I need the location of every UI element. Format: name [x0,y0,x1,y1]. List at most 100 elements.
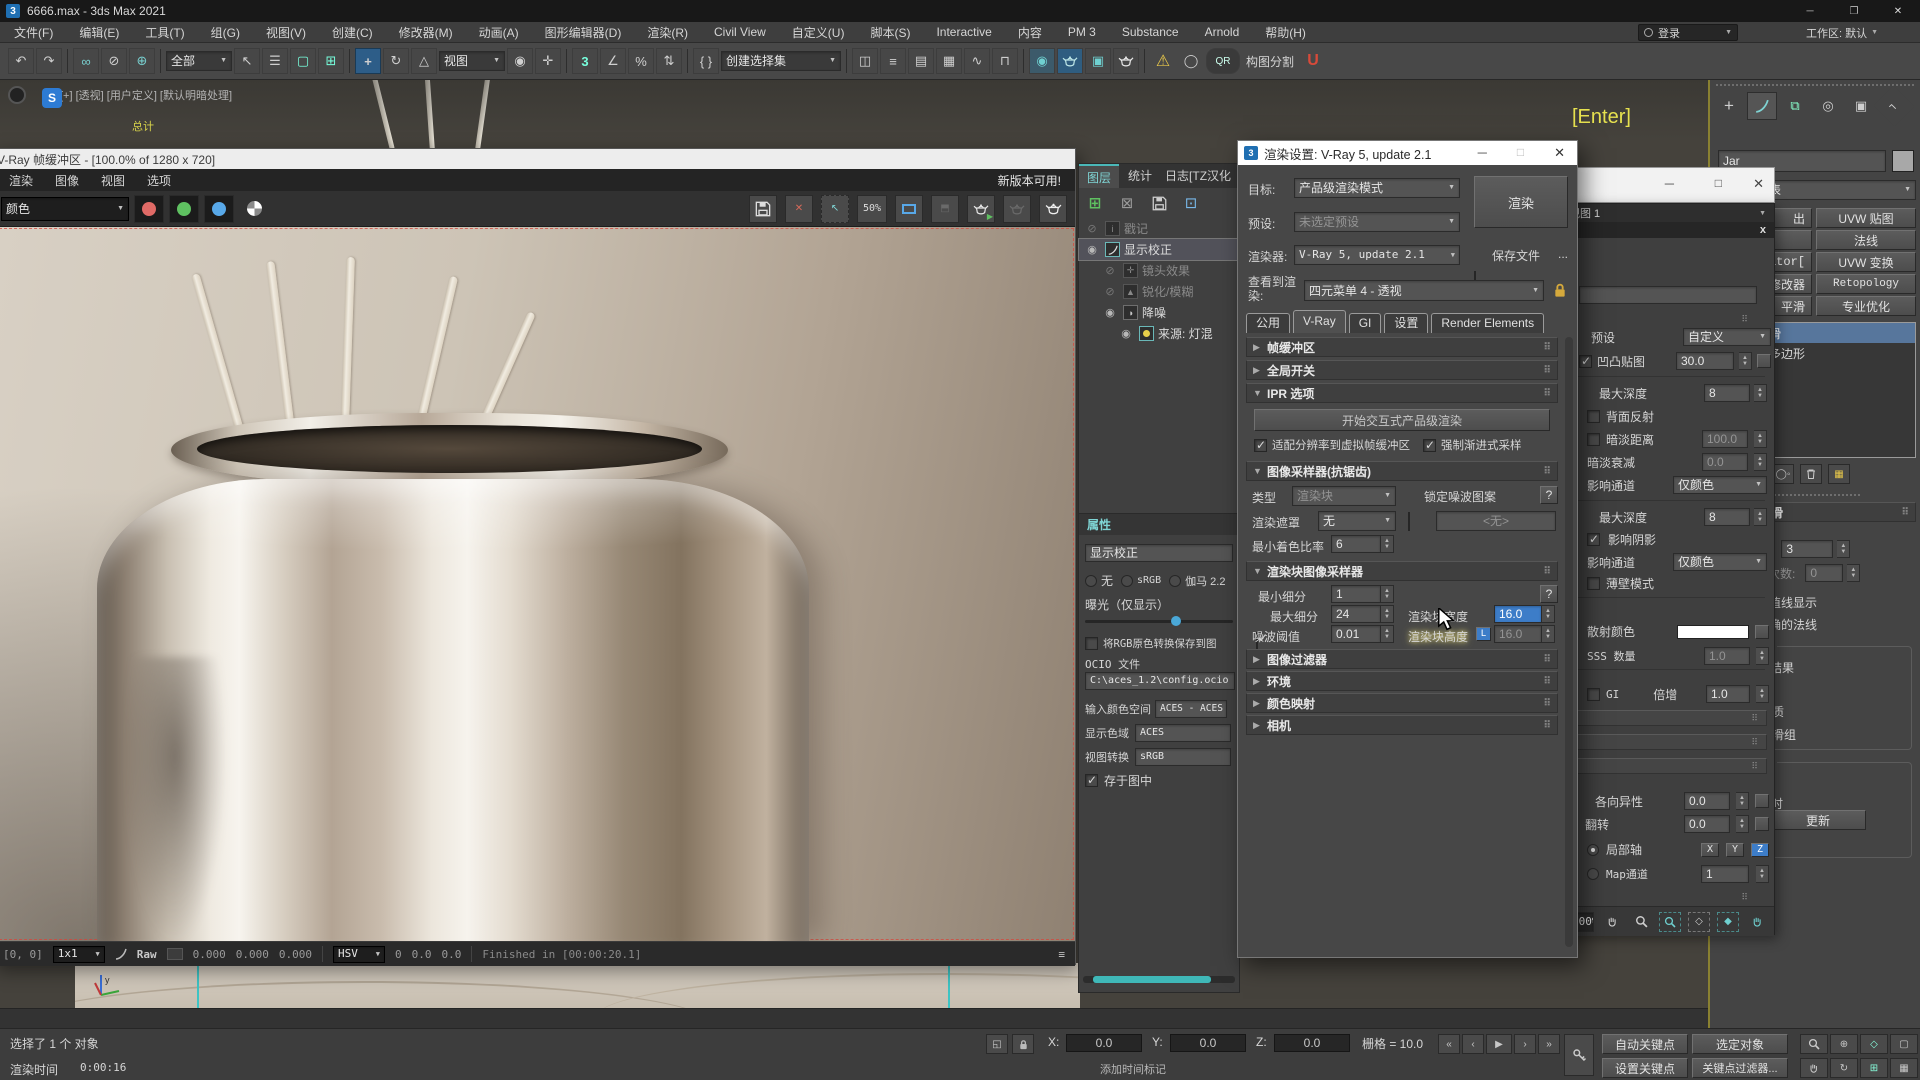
max-depth-field[interactable]: 8 [1704,384,1750,402]
bump-map-button[interactable] [1757,354,1771,368]
make-unique-icon[interactable]: ◯◦ [1772,464,1794,484]
isolate-selection-icon[interactable]: ◱ [986,1034,1008,1054]
close-icon[interactable]: ✕ [1753,176,1764,192]
tab-modify-icon[interactable] [1747,92,1777,120]
scale-tool-icon[interactable]: △ [411,48,437,74]
start-ipr-button[interactable]: 开始交互式产品级渲染 [1254,409,1550,431]
layer-row-lens-effects[interactable]: ⊘✛镜头效果 [1079,260,1239,281]
bind-space-warp-icon[interactable]: ⊕ [129,48,155,74]
rollout-bucket-sampler[interactable]: ▼渲染块图像采样器⠿ [1246,561,1558,581]
max-subdivs-field[interactable]: 24 [1331,605,1381,623]
tab-layers[interactable]: 图层 [1079,164,1119,188]
spinner-snap-icon[interactable]: ⇅ [656,48,682,74]
visibility-icon[interactable]: ◉ [1101,306,1119,319]
map-channel-spinner[interactable] [1756,865,1769,883]
pan-icon[interactable] [1746,912,1768,932]
bake-in-image-checkbox[interactable] [1085,774,1098,787]
login-button[interactable]: 登录 ▼ [1638,24,1738,41]
render-mask-dropdown[interactable]: 无 [1318,511,1396,531]
preset-dropdown[interactable]: 自定义 [1683,328,1771,346]
qr-plugin-icon[interactable]: QR [1206,48,1240,74]
play-icon[interactable]: ▶ [1486,1034,1512,1054]
lock-noise-checkbox[interactable] [1408,512,1410,531]
load-layers-icon[interactable]: ⊡ [1179,191,1203,215]
local-axis-radio[interactable] [1587,844,1599,856]
tab-create-icon[interactable]: + [1714,92,1744,120]
configure-modifier-sets-icon[interactable]: ▦ [1828,464,1850,484]
unlink-icon[interactable]: ⊘ [101,48,127,74]
select-manipulate-icon[interactable]: ✛ [535,48,561,74]
rotation-spinner[interactable] [1736,815,1749,833]
dim-distance-field[interactable]: 100.0 [1702,430,1748,448]
zoom-icon[interactable] [1630,912,1652,932]
rollout-ipr-options[interactable]: ▼IPR 选项⠿ [1246,383,1558,403]
show-last-vfb-icon[interactable] [895,195,923,223]
orbit-icon[interactable]: ↻ [1830,1058,1858,1078]
pan-icon[interactable] [1800,1058,1828,1078]
anisotropy-field[interactable]: 0.0 [1684,792,1730,810]
previous-frame-icon[interactable]: ‹ [1462,1034,1484,1054]
thin-walled-checkbox[interactable] [1587,577,1600,590]
menu-rendering[interactable]: 渲染(R) [647,24,688,41]
tab-vray[interactable]: V-Ray [1293,310,1346,333]
go-to-end-icon[interactable]: » [1538,1034,1560,1054]
scatter-color-swatch[interactable] [1677,625,1749,639]
zoom-region-icon[interactable] [1659,912,1681,932]
help-button[interactable]: ? [1540,486,1558,504]
menu-edit[interactable]: 编辑(E) [79,24,119,41]
maximize-viewport-icon[interactable]: ⊞ [1860,1058,1888,1078]
multiplier-spinner[interactable] [1756,685,1769,703]
zoom-region-icon[interactable]: ▢ [1890,1034,1918,1054]
dim-distance-checkbox[interactable] [1587,433,1600,446]
noise-threshold-field[interactable]: 0.01 [1331,625,1381,643]
region-render-icon[interactable]: ↖ [821,195,849,223]
renderer-dropdown[interactable]: V-Ray 5, update 2.1 [1294,245,1460,265]
menu-arnold[interactable]: Arnold [1205,25,1240,39]
alpha-channel-icon[interactable] [239,195,269,223]
maximize-icon[interactable]: □ [1715,176,1722,190]
rotation-field[interactable]: 0.0 [1684,815,1730,833]
axis-z-button[interactable]: Z [1751,843,1769,857]
bump-field[interactable]: 30.0 [1676,352,1734,370]
track-bar[interactable] [0,1008,1920,1028]
zoom-percent-badge[interactable]: 50% [857,195,887,223]
vfb-channel-dropdown[interactable]: 颜色 [1,197,129,221]
render-icon[interactable] [1039,195,1067,223]
save-file-browse[interactable]: ... [1558,247,1568,261]
save-image-icon[interactable] [749,195,777,223]
window-crossing-icon[interactable]: ⊞ [318,48,344,74]
render-iterations-spinner[interactable] [1847,564,1860,582]
rendered-frame-window-icon[interactable]: ▣ [1085,48,1111,74]
display-gamut-field[interactable]: ACES [1135,724,1231,742]
dialog-title-bar[interactable]: 3 渲染设置: V-Ray 5, update 2.1 ─ □ ✕ [1238,141,1577,165]
bucket-width-spinner[interactable] [1542,605,1555,623]
rollout-camera[interactable]: ▶相机⠿ [1246,715,1558,735]
menu-civil-view[interactable]: Civil View [714,25,766,39]
material-view-bar[interactable]: 视图 1 ▼ [1561,204,1774,222]
save-rgb-checkbox[interactable] [1085,637,1098,650]
tab-hierarchy-icon[interactable]: ⧉ [1780,92,1810,120]
sss-amount-field[interactable]: 1.0 [1704,647,1750,665]
snaps-toggle-icon[interactable]: 3 [572,48,598,74]
exposure-slider[interactable] [1085,620,1233,623]
rotation-map-button[interactable] [1755,817,1769,831]
max-subdivs-spinner[interactable] [1381,605,1394,623]
vfb-update-notice[interactable]: 新版本可用! [998,172,1061,189]
menu-interactive[interactable]: Interactive [936,25,991,39]
zoom-all-icon[interactable]: ⊕ [1830,1034,1858,1054]
selection-filter-dropdown[interactable]: 全部 [166,51,232,71]
rollout-frame-buffer[interactable]: ▶帧缓冲区⠿ [1246,337,1558,357]
render-production-icon[interactable] [1113,48,1139,74]
collapsed-rollout[interactable]: ⠿ [1569,710,1767,726]
maximize-icon[interactable]: ❐ [1832,0,1876,22]
sphere-tool-icon[interactable]: ◯ [1178,48,1204,74]
axis-x-button[interactable]: X [1701,843,1719,857]
viewport-label[interactable]: [+] [透视] [用户定义] [默认明暗处理] [60,87,232,103]
rollout-environment[interactable]: ▶环境⠿ [1246,671,1558,691]
move-tool-icon[interactable]: + [355,48,381,74]
close-panel-button[interactable]: x [1760,224,1766,236]
render-last-icon[interactable] [1003,195,1031,223]
max-depth2-spinner[interactable] [1754,508,1767,526]
add-time-tag[interactable]: 添加时间标记 [1100,1061,1166,1077]
pan-hand-icon[interactable] [1601,912,1623,932]
